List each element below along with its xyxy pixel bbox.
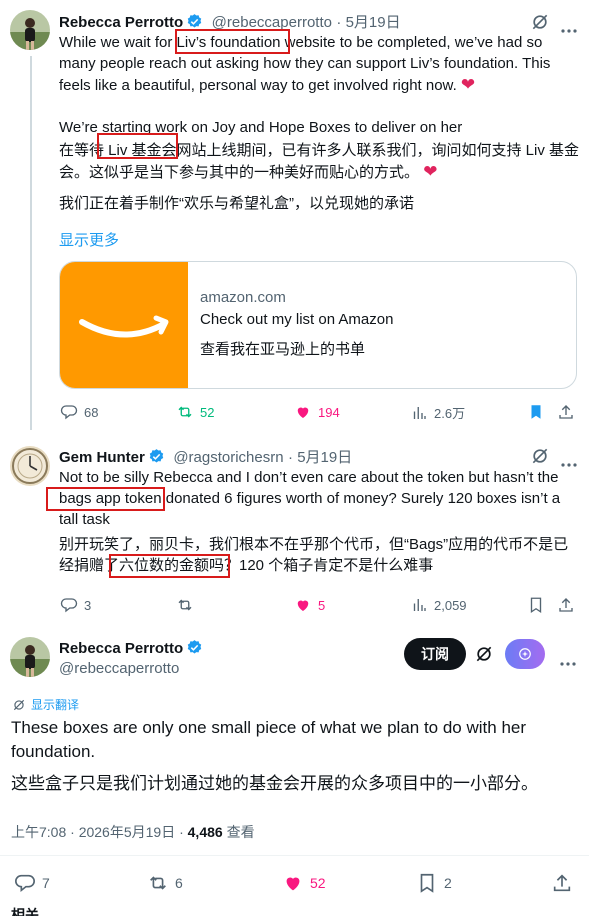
- repost-count: 6: [175, 875, 183, 891]
- text-line: Not to be silly Rebecca and I don’t even…: [59, 469, 559, 486]
- bookmark-icon: [420, 873, 434, 893]
- text-line: 别开玩笑了，丽贝卡，我们根本不在乎那个代币，但“Bags”应用的代币不是已: [59, 536, 569, 553]
- show-more-link[interactable]: 显示更多: [59, 229, 119, 250]
- verified-badge-icon: [186, 639, 203, 661]
- like-button[interactable]: 52: [282, 872, 326, 894]
- reply-button[interactable]: 3: [60, 596, 91, 614]
- views-button[interactable]: 2.6万: [410, 403, 465, 422]
- heart-filled-icon: [286, 877, 300, 891]
- author-name[interactable]: Gem Hunter: [59, 449, 145, 466]
- share-button[interactable]: [557, 596, 575, 614]
- amazon-logo-image: [60, 262, 188, 388]
- bookmark-count: 2: [444, 875, 452, 891]
- thread-line-1: [30, 56, 32, 430]
- repost-button[interactable]: [176, 596, 200, 614]
- author-handle[interactable]: @ragstorichesrn: [173, 449, 283, 466]
- author-handle[interactable]: @rebeccaperrotto: [59, 660, 179, 677]
- author-name[interactable]: Rebecca Perrotto: [59, 640, 183, 657]
- text-line: While we wait for Liv’s foundation websi…: [59, 34, 543, 51]
- show-translation-label: 显示翻译: [31, 698, 80, 712]
- share-icon: [559, 598, 573, 612]
- tweet1-text-en: While we wait for Liv’s foundation websi…: [59, 32, 579, 138]
- card-title-zh: 查看我在亚马逊上的书单: [200, 341, 366, 358]
- tweet3-header: Rebecca Perrotto: [59, 639, 203, 661]
- tweet-timestamp-row: 上午7:08 · 2026年5月19日 · 4,486 查看: [11, 822, 255, 842]
- divider: [0, 855, 589, 856]
- text-line: 我们正在着手制作“欢乐与希望礼盒”，以兑现她的承诺: [59, 195, 414, 212]
- bookmark-icon: [530, 597, 542, 614]
- repost-icon: [178, 599, 192, 611]
- repost-icon: [150, 876, 166, 890]
- like-button[interactable]: 194: [294, 403, 340, 421]
- reply-count: 68: [84, 404, 99, 420]
- avatar-gem-hunter[interactable]: [10, 446, 50, 486]
- highlight-box: [46, 487, 165, 511]
- related-section-label[interactable]: 相关 ⌄: [11, 905, 55, 916]
- highlight-box: [97, 133, 178, 159]
- view-count: 2,059: [434, 597, 467, 613]
- highlight-box: [175, 29, 290, 54]
- reply-button[interactable]: 7: [14, 872, 50, 894]
- author-name[interactable]: Rebecca Perrotto: [59, 14, 183, 31]
- subscribe-button[interactable]: 订阅: [404, 638, 466, 670]
- heart-filled-icon: [297, 600, 309, 611]
- tweet3-text-en: These boxes are only one small piece of …: [11, 716, 581, 764]
- analytics-icon: [413, 406, 426, 419]
- avatar-rebecca-2[interactable]: [10, 637, 50, 677]
- repost-button[interactable]: 6: [147, 872, 183, 894]
- views-button[interactable]: 2,059: [410, 596, 467, 614]
- like-count: 52: [310, 875, 326, 891]
- share-icon: [559, 405, 573, 419]
- avatar-rebecca-1[interactable]: [10, 10, 50, 50]
- highlight-box: [109, 554, 230, 578]
- red-heart-icon: ❤: [423, 162, 438, 181]
- bookmark-filled-icon: [531, 405, 541, 419]
- text-line: foundation.: [11, 742, 96, 761]
- ai-assist-button[interactable]: [505, 639, 545, 669]
- card-domain: amazon.com: [200, 289, 286, 306]
- more-options-icon[interactable]: [560, 653, 576, 671]
- reply-icon: [60, 598, 78, 613]
- grok-small-icon: [13, 699, 25, 710]
- tweet3-text-zh: 这些盒子只是我们计划通过她的基金会开展的众多项目中的一小部分。: [11, 774, 538, 793]
- bookmark-button[interactable]: 2: [416, 872, 452, 894]
- tweet-date[interactable]: 5月19日: [297, 449, 352, 466]
- share-icon: [553, 874, 571, 892]
- red-heart-icon: ❤: [460, 75, 476, 94]
- bookmark-button[interactable]: [527, 596, 545, 614]
- like-count: 194: [318, 404, 340, 420]
- repost-button[interactable]: 52: [176, 403, 214, 421]
- repost-icon: [178, 406, 192, 418]
- card-title: Check out my list on Amazon: [200, 311, 394, 328]
- reply-icon: [60, 405, 78, 420]
- view-count: 4,486: [187, 824, 223, 840]
- reply-icon: [15, 874, 35, 893]
- reply-button[interactable]: 68: [60, 403, 98, 421]
- show-translation-link[interactable]: 显示翻译: [12, 696, 79, 713]
- view-count: 2.6万: [434, 406, 466, 421]
- text-line: many people reach out asking how they ca…: [59, 55, 551, 72]
- grok-icon[interactable]: [474, 644, 494, 669]
- text-line: tall task: [59, 511, 110, 528]
- reply-count: 7: [42, 875, 50, 891]
- text-line-with-heart: feels like a beautiful, personal way to …: [59, 75, 476, 94]
- reply-count: 3: [84, 597, 92, 613]
- share-button[interactable]: [557, 403, 575, 421]
- repost-count: 52: [200, 404, 215, 420]
- text-line-with-heart: 会。这似乎是当下参与其中的一种美好而贴心的方式。 ❤: [59, 162, 438, 181]
- text-line: These boxes are only one small piece of …: [11, 718, 527, 737]
- analytics-icon: [413, 599, 426, 611]
- like-count: 5: [318, 597, 326, 613]
- heart-filled-icon: [297, 407, 309, 418]
- subscribe-label: 订阅: [421, 646, 449, 662]
- bookmark-button[interactable]: [527, 403, 545, 421]
- tweet-date[interactable]: 5月19日: [346, 14, 401, 31]
- share-button[interactable]: [551, 872, 573, 894]
- views-label: 查看: [222, 824, 255, 840]
- link-card[interactable]: amazon.com Check out my list on Amazon 查…: [59, 261, 577, 389]
- sparkle-icon: [519, 648, 531, 660]
- tweet-timestamp[interactable]: 上午7:08 · 2026年5月19日 ·: [11, 824, 188, 840]
- like-button[interactable]: 5: [294, 596, 325, 614]
